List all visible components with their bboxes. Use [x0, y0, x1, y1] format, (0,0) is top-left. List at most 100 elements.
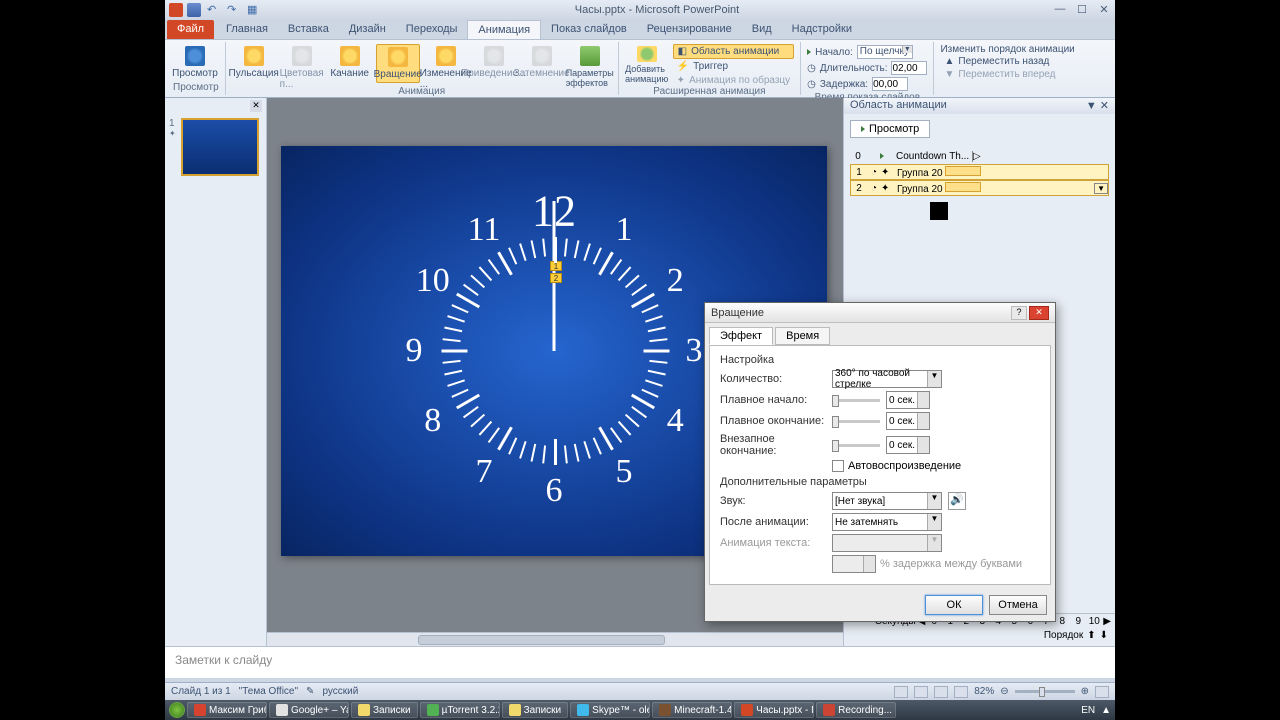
anim-color[interactable]: Цветовая п...: [280, 44, 324, 92]
task-item[interactable]: Записки: [502, 702, 569, 718]
ok-button[interactable]: ОК: [925, 595, 983, 615]
view-slideshow-button[interactable]: [954, 686, 968, 698]
autoreverse-checkbox[interactable]: [832, 460, 844, 472]
task-item[interactable]: Google+ – Yande...: [269, 702, 349, 718]
start-combo[interactable]: По щелчку▼: [857, 45, 913, 59]
pane-play-button[interactable]: Просмотр: [850, 120, 930, 138]
tab-addins[interactable]: Надстройки: [782, 20, 862, 39]
fit-button[interactable]: [1095, 686, 1109, 698]
ribbon-group-advanced: Добавить анимацию ◧ Область анимации ⚡ Т…: [619, 42, 801, 95]
close-button[interactable]: ✕: [1097, 3, 1111, 17]
tab-file[interactable]: Файл: [167, 20, 214, 39]
minimize-button[interactable]: —: [1053, 3, 1067, 17]
tab-view[interactable]: Вид: [742, 20, 782, 39]
tab-animation[interactable]: Анимация: [467, 20, 541, 39]
dialog-tab-time[interactable]: Время: [775, 327, 830, 345]
slide-thumbnail[interactable]: 1✦: [169, 118, 262, 176]
view-reading-button[interactable]: [934, 686, 948, 698]
anim-item-2[interactable]: 2 ◔✦ Группа 20 ▼: [850, 180, 1109, 196]
pane-close-icon[interactable]: ✕: [1100, 100, 1109, 112]
tab-slideshow[interactable]: Показ слайдов: [541, 20, 637, 39]
anim-fade[interactable]: Приведение...: [472, 44, 516, 81]
view-sorter-button[interactable]: [914, 686, 928, 698]
zoom-slider[interactable]: [1015, 690, 1075, 693]
anim-swing[interactable]: Качание: [328, 44, 372, 81]
tray-icon[interactable]: ▲: [1101, 705, 1111, 716]
view-normal-button[interactable]: [894, 686, 908, 698]
task-item[interactable]: Максим Гриба...: [187, 702, 267, 718]
cursor-icon: ↖: [930, 202, 948, 220]
start-button[interactable]: [169, 702, 185, 718]
smooth-start-slider[interactable]: [832, 392, 880, 408]
ribbon-group-preview: Просмотр Просмотр: [167, 42, 226, 95]
undo-icon[interactable]: ↶: [207, 3, 221, 17]
move-back-button[interactable]: ▲ Переместить назад: [940, 55, 1074, 68]
notes-pane[interactable]: Заметки к слайду: [165, 646, 1115, 678]
order-down-button[interactable]: ⬇: [1100, 630, 1108, 641]
pane-dropdown-icon[interactable]: ▼: [1086, 100, 1097, 112]
tab-insert[interactable]: Вставка: [278, 20, 339, 39]
thumbnail-1: [181, 118, 259, 176]
add-animation-button[interactable]: Добавить анимацию: [625, 44, 669, 86]
anim-marker-2[interactable]: 2: [550, 273, 562, 283]
sound-preview-button[interactable]: 🔊: [948, 492, 966, 510]
smooth-end-slider[interactable]: [832, 413, 880, 429]
ribbon-group-reorder: Изменить порядок анимации ▲ Переместить …: [934, 42, 1080, 95]
zoom-out-button[interactable]: ⊖: [1000, 686, 1008, 697]
task-item[interactable]: Recording...: [816, 702, 896, 718]
task-item[interactable]: Часы.pptx - Mic...: [734, 702, 814, 718]
effect-options-button[interactable]: Параметры эффектов: [568, 44, 612, 90]
dialog-titlebar[interactable]: Вращение ? ✕: [705, 303, 1055, 323]
order-up-button[interactable]: ⬆: [1087, 630, 1095, 641]
item-dropdown[interactable]: ▼: [1094, 183, 1108, 194]
trigger-button[interactable]: ⚡ Триггер: [673, 60, 794, 73]
animation-painter-button[interactable]: ✦ Анимация по образцу: [673, 74, 794, 87]
lang-indicator[interactable]: EN: [1081, 705, 1095, 716]
bounce-end-spin[interactable]: 0 сек.: [886, 436, 930, 454]
timing-delay: ◷Задержка:: [807, 77, 927, 91]
text-anim-combo: ▼: [832, 534, 942, 552]
save-icon[interactable]: [187, 3, 201, 17]
tab-design[interactable]: Дизайн: [339, 20, 396, 39]
dialog-help-button[interactable]: ?: [1011, 306, 1027, 320]
panel-close-button[interactable]: ✕: [250, 100, 262, 112]
h-scrollbar[interactable]: [267, 632, 843, 646]
bounce-end-slider[interactable]: [832, 437, 880, 453]
tab-review[interactable]: Рецензирование: [637, 20, 742, 39]
move-forward-button[interactable]: ▼ Переместить вперед: [940, 68, 1074, 81]
timing-duration: ◷Длительность:: [807, 61, 927, 75]
zoom-in-button[interactable]: ⊕: [1081, 686, 1089, 697]
task-item[interactable]: Minecraft-1.4.7-...: [652, 702, 732, 718]
task-item[interactable]: Записки: [351, 702, 418, 718]
task-item[interactable]: µTorrent 3.2.2: [420, 702, 500, 718]
spellcheck-icon[interactable]: ✎: [306, 686, 314, 697]
smooth-end-spin[interactable]: 0 сек.: [886, 412, 930, 430]
maximize-button[interactable]: ☐: [1075, 3, 1089, 17]
window-title: Часы.pptx - Microsoft PowerPoint: [261, 4, 1053, 16]
delay-input[interactable]: [872, 77, 908, 91]
anim-pulsation[interactable]: Пульсация: [232, 44, 276, 81]
after-combo[interactable]: Не затемнять▼: [832, 513, 942, 531]
dialog-tab-effect[interactable]: Эффект: [709, 327, 773, 345]
clock-shape: 1 2 121234567891011: [394, 191, 714, 511]
sound-combo[interactable]: [Нет звука]▼: [832, 492, 942, 510]
amount-combo[interactable]: 360° по часовой стрелке▼: [832, 370, 942, 388]
redo-icon[interactable]: ↷: [227, 3, 241, 17]
cancel-button[interactable]: Отмена: [989, 595, 1047, 615]
smooth-start-spin[interactable]: 0 сек.: [886, 391, 930, 409]
qat-icon[interactable]: ▦: [247, 3, 261, 17]
tab-transitions[interactable]: Переходы: [396, 20, 468, 39]
anim-item-1[interactable]: 1 ◔✦ Группа 20: [850, 164, 1109, 180]
anim-item-0[interactable]: 0 Countdown Th... ▷: [850, 148, 1109, 164]
duration-input[interactable]: [891, 61, 927, 75]
ruler-right[interactable]: ▶: [1103, 616, 1111, 627]
anim-spin[interactable]: Вращение: [376, 44, 420, 83]
spin-icon: ✦: [881, 183, 895, 194]
dialog-close-button[interactable]: ✕: [1029, 306, 1049, 320]
anim-darken[interactable]: Затемнение: [520, 44, 564, 81]
ribbon-tabs: Файл Главная Вставка Дизайн Переходы Ани…: [165, 20, 1115, 40]
animation-pane-button[interactable]: ◧ Область анимации: [673, 44, 794, 59]
task-item[interactable]: Skype™ - olegt...: [570, 702, 650, 718]
tab-home[interactable]: Главная: [216, 20, 278, 39]
preview-button[interactable]: Просмотр: [173, 44, 217, 81]
